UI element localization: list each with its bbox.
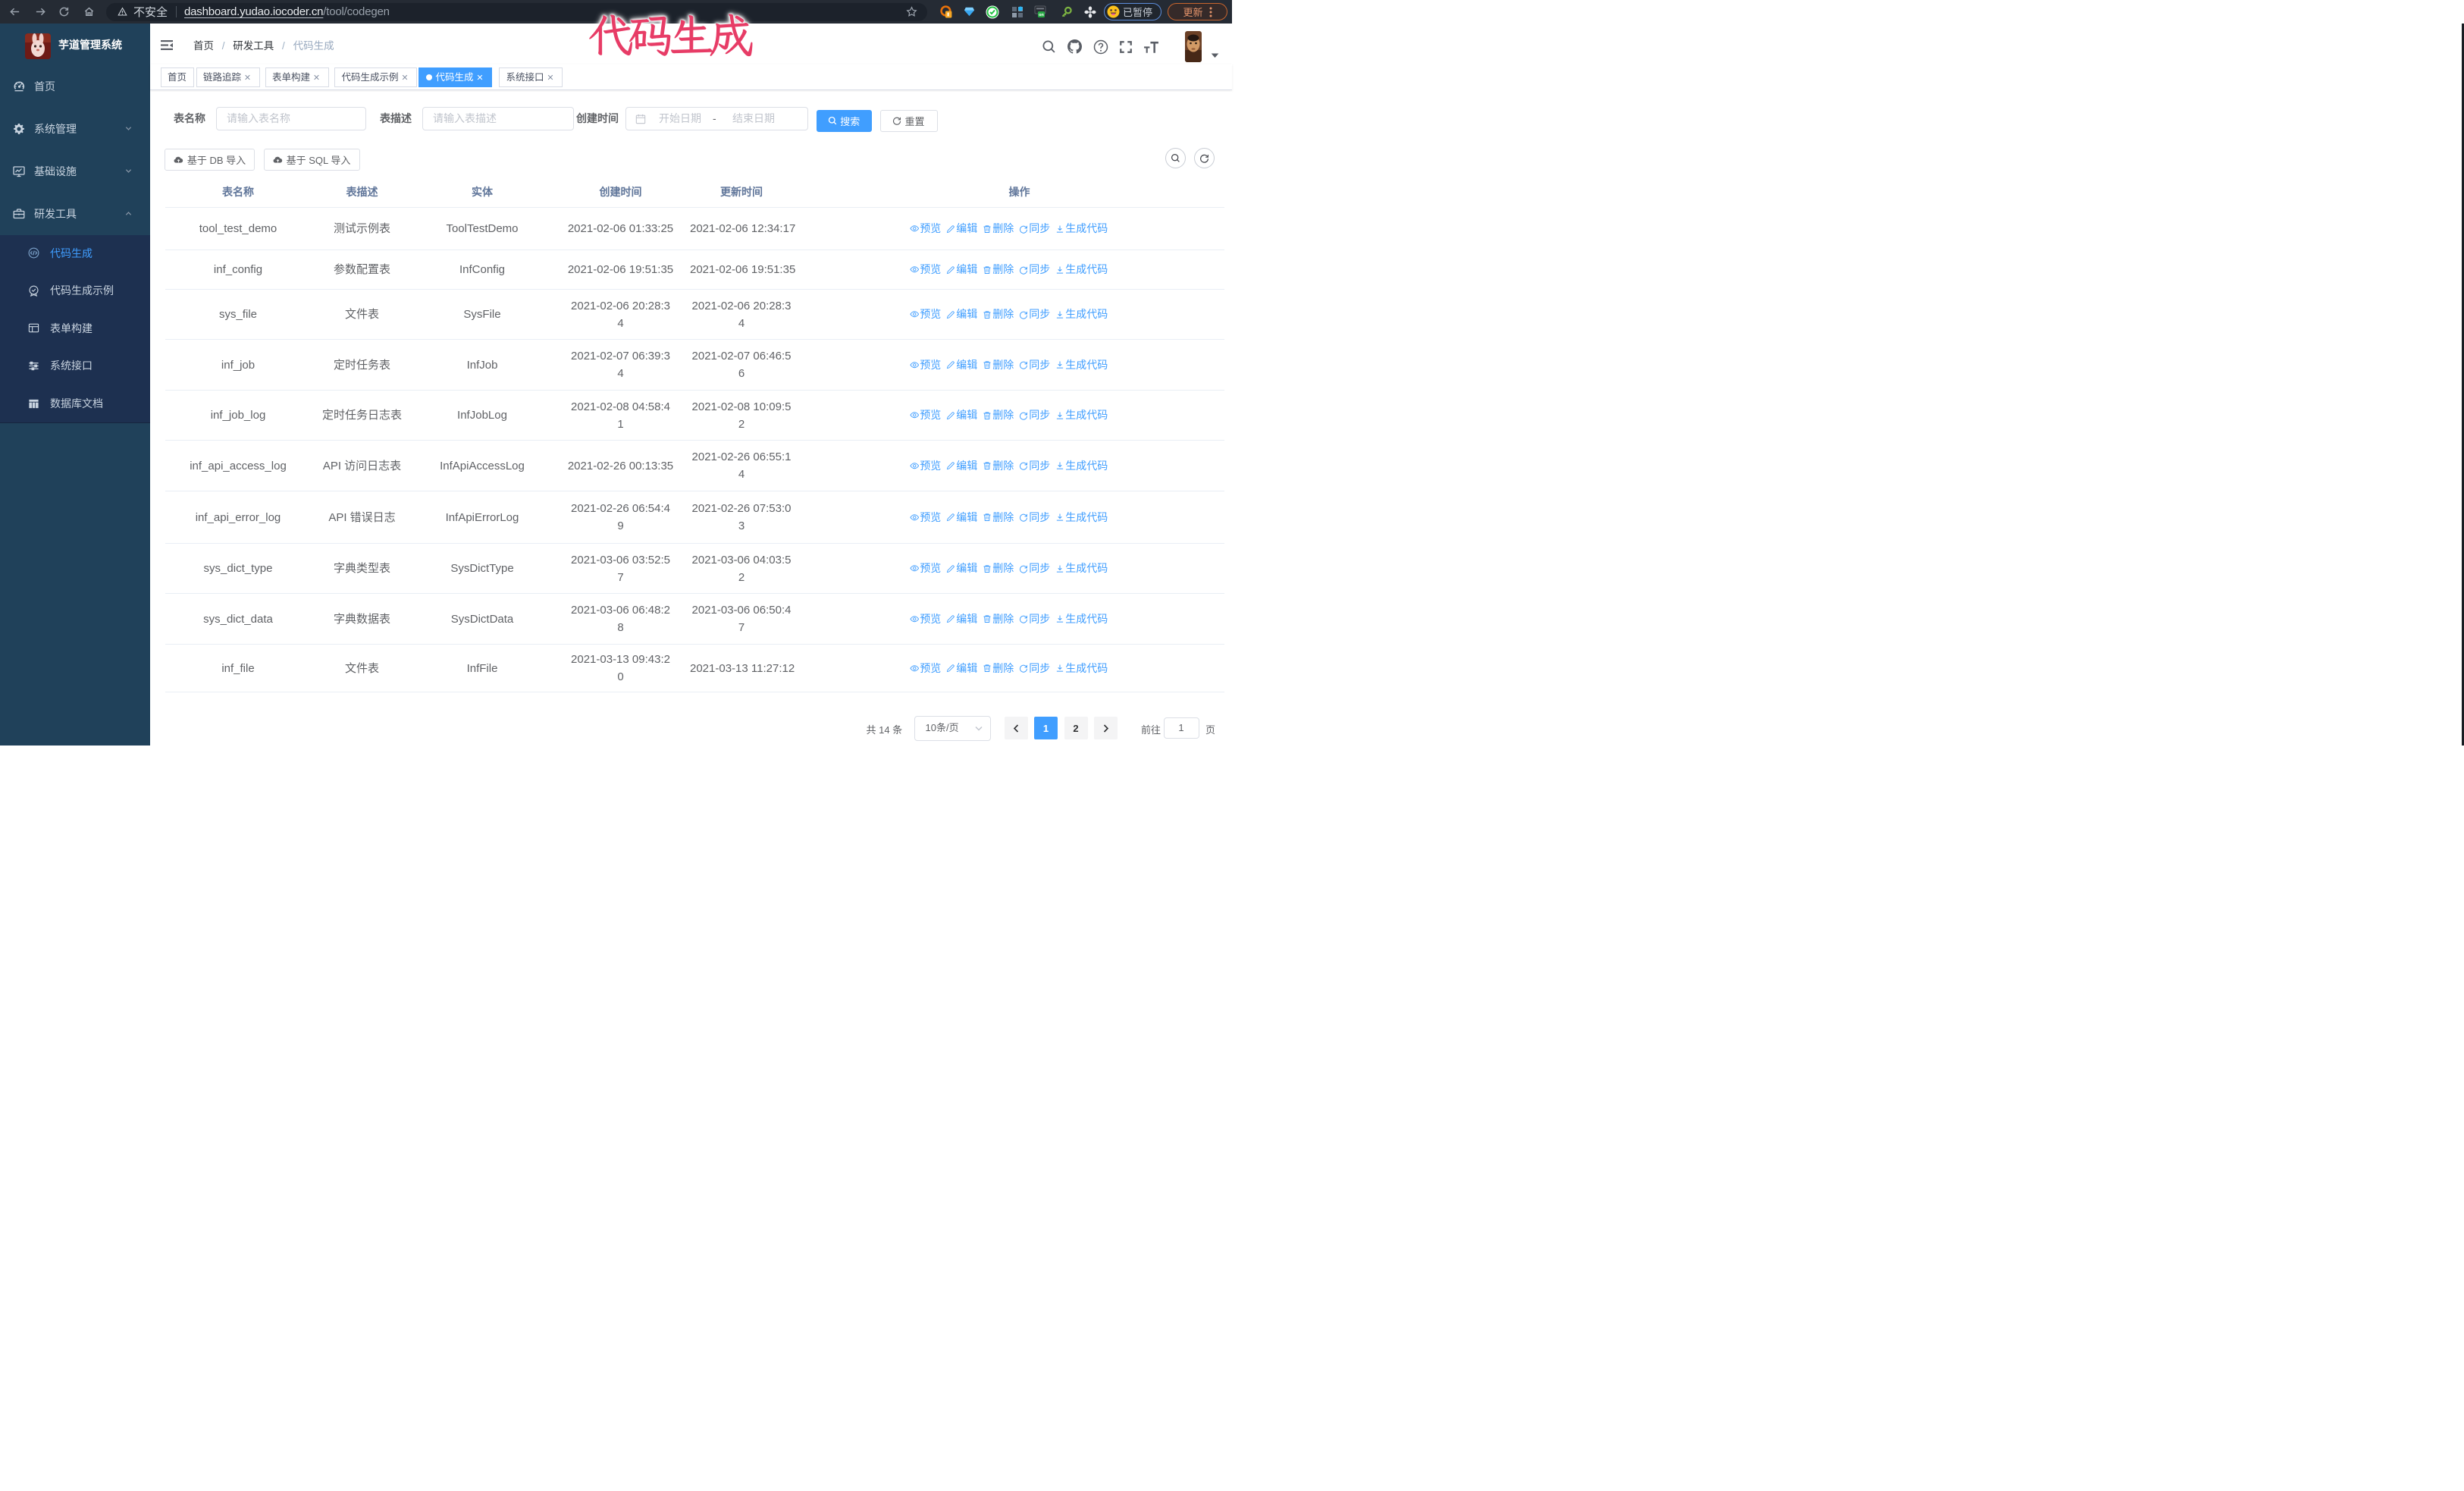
svg-text:on: on [1039, 13, 1044, 17]
